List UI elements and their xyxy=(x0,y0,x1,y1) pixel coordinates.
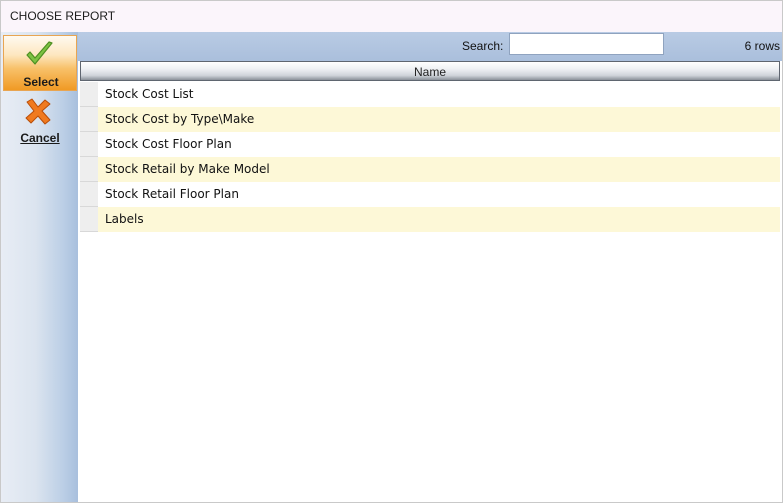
close-x-icon xyxy=(25,98,51,125)
report-name: Stock Cost List xyxy=(105,87,194,101)
report-name: Stock Retail by Make Model xyxy=(105,162,270,176)
search-label: Search: xyxy=(462,39,504,53)
row-selector[interactable] xyxy=(80,132,98,157)
cancel-button[interactable]: Cancel xyxy=(3,93,77,149)
action-sidebar: Select Cancel xyxy=(1,32,78,502)
window-title: CHOOSE REPORT xyxy=(10,9,116,23)
grid-rows: Stock Cost List Stock Cost by Type\Make … xyxy=(80,82,780,232)
row-selector[interactable] xyxy=(80,107,98,132)
table-row[interactable]: Stock Retail Floor Plan xyxy=(80,182,780,207)
report-name: Stock Cost by Type\Make xyxy=(105,112,255,126)
title-bar: CHOOSE REPORT xyxy=(1,1,782,32)
row-selector[interactable] xyxy=(80,157,98,182)
row-selector[interactable] xyxy=(80,182,98,207)
row-count: 6 rows xyxy=(744,39,780,53)
column-header-name[interactable]: Name xyxy=(80,61,780,81)
table-row[interactable]: Stock Cost List xyxy=(80,82,780,107)
row-selector[interactable] xyxy=(80,207,98,232)
row-selector[interactable] xyxy=(80,82,98,107)
report-name: Labels xyxy=(105,212,144,226)
report-name: Stock Retail Floor Plan xyxy=(105,187,239,201)
choose-report-window: CHOOSE REPORT Select Cancel Search: 6 ro… xyxy=(0,0,783,503)
table-row[interactable]: Stock Cost Floor Plan xyxy=(80,132,780,157)
report-grid: Name Stock Cost List Stock Cost by Type\… xyxy=(78,61,782,502)
search-toolbar: Search: 6 rows xyxy=(78,32,782,61)
report-name: Stock Cost Floor Plan xyxy=(105,137,232,151)
table-row[interactable]: Labels xyxy=(80,207,780,232)
cancel-button-label: Cancel xyxy=(20,131,60,145)
checkmark-icon xyxy=(26,41,53,65)
select-button-label: Select xyxy=(23,75,59,89)
search-input[interactable] xyxy=(509,33,664,55)
select-button[interactable]: Select xyxy=(3,35,77,91)
table-row[interactable]: Stock Retail by Make Model xyxy=(80,157,780,182)
table-row[interactable]: Stock Cost by Type\Make xyxy=(80,107,780,132)
column-header-label: Name xyxy=(413,65,446,79)
